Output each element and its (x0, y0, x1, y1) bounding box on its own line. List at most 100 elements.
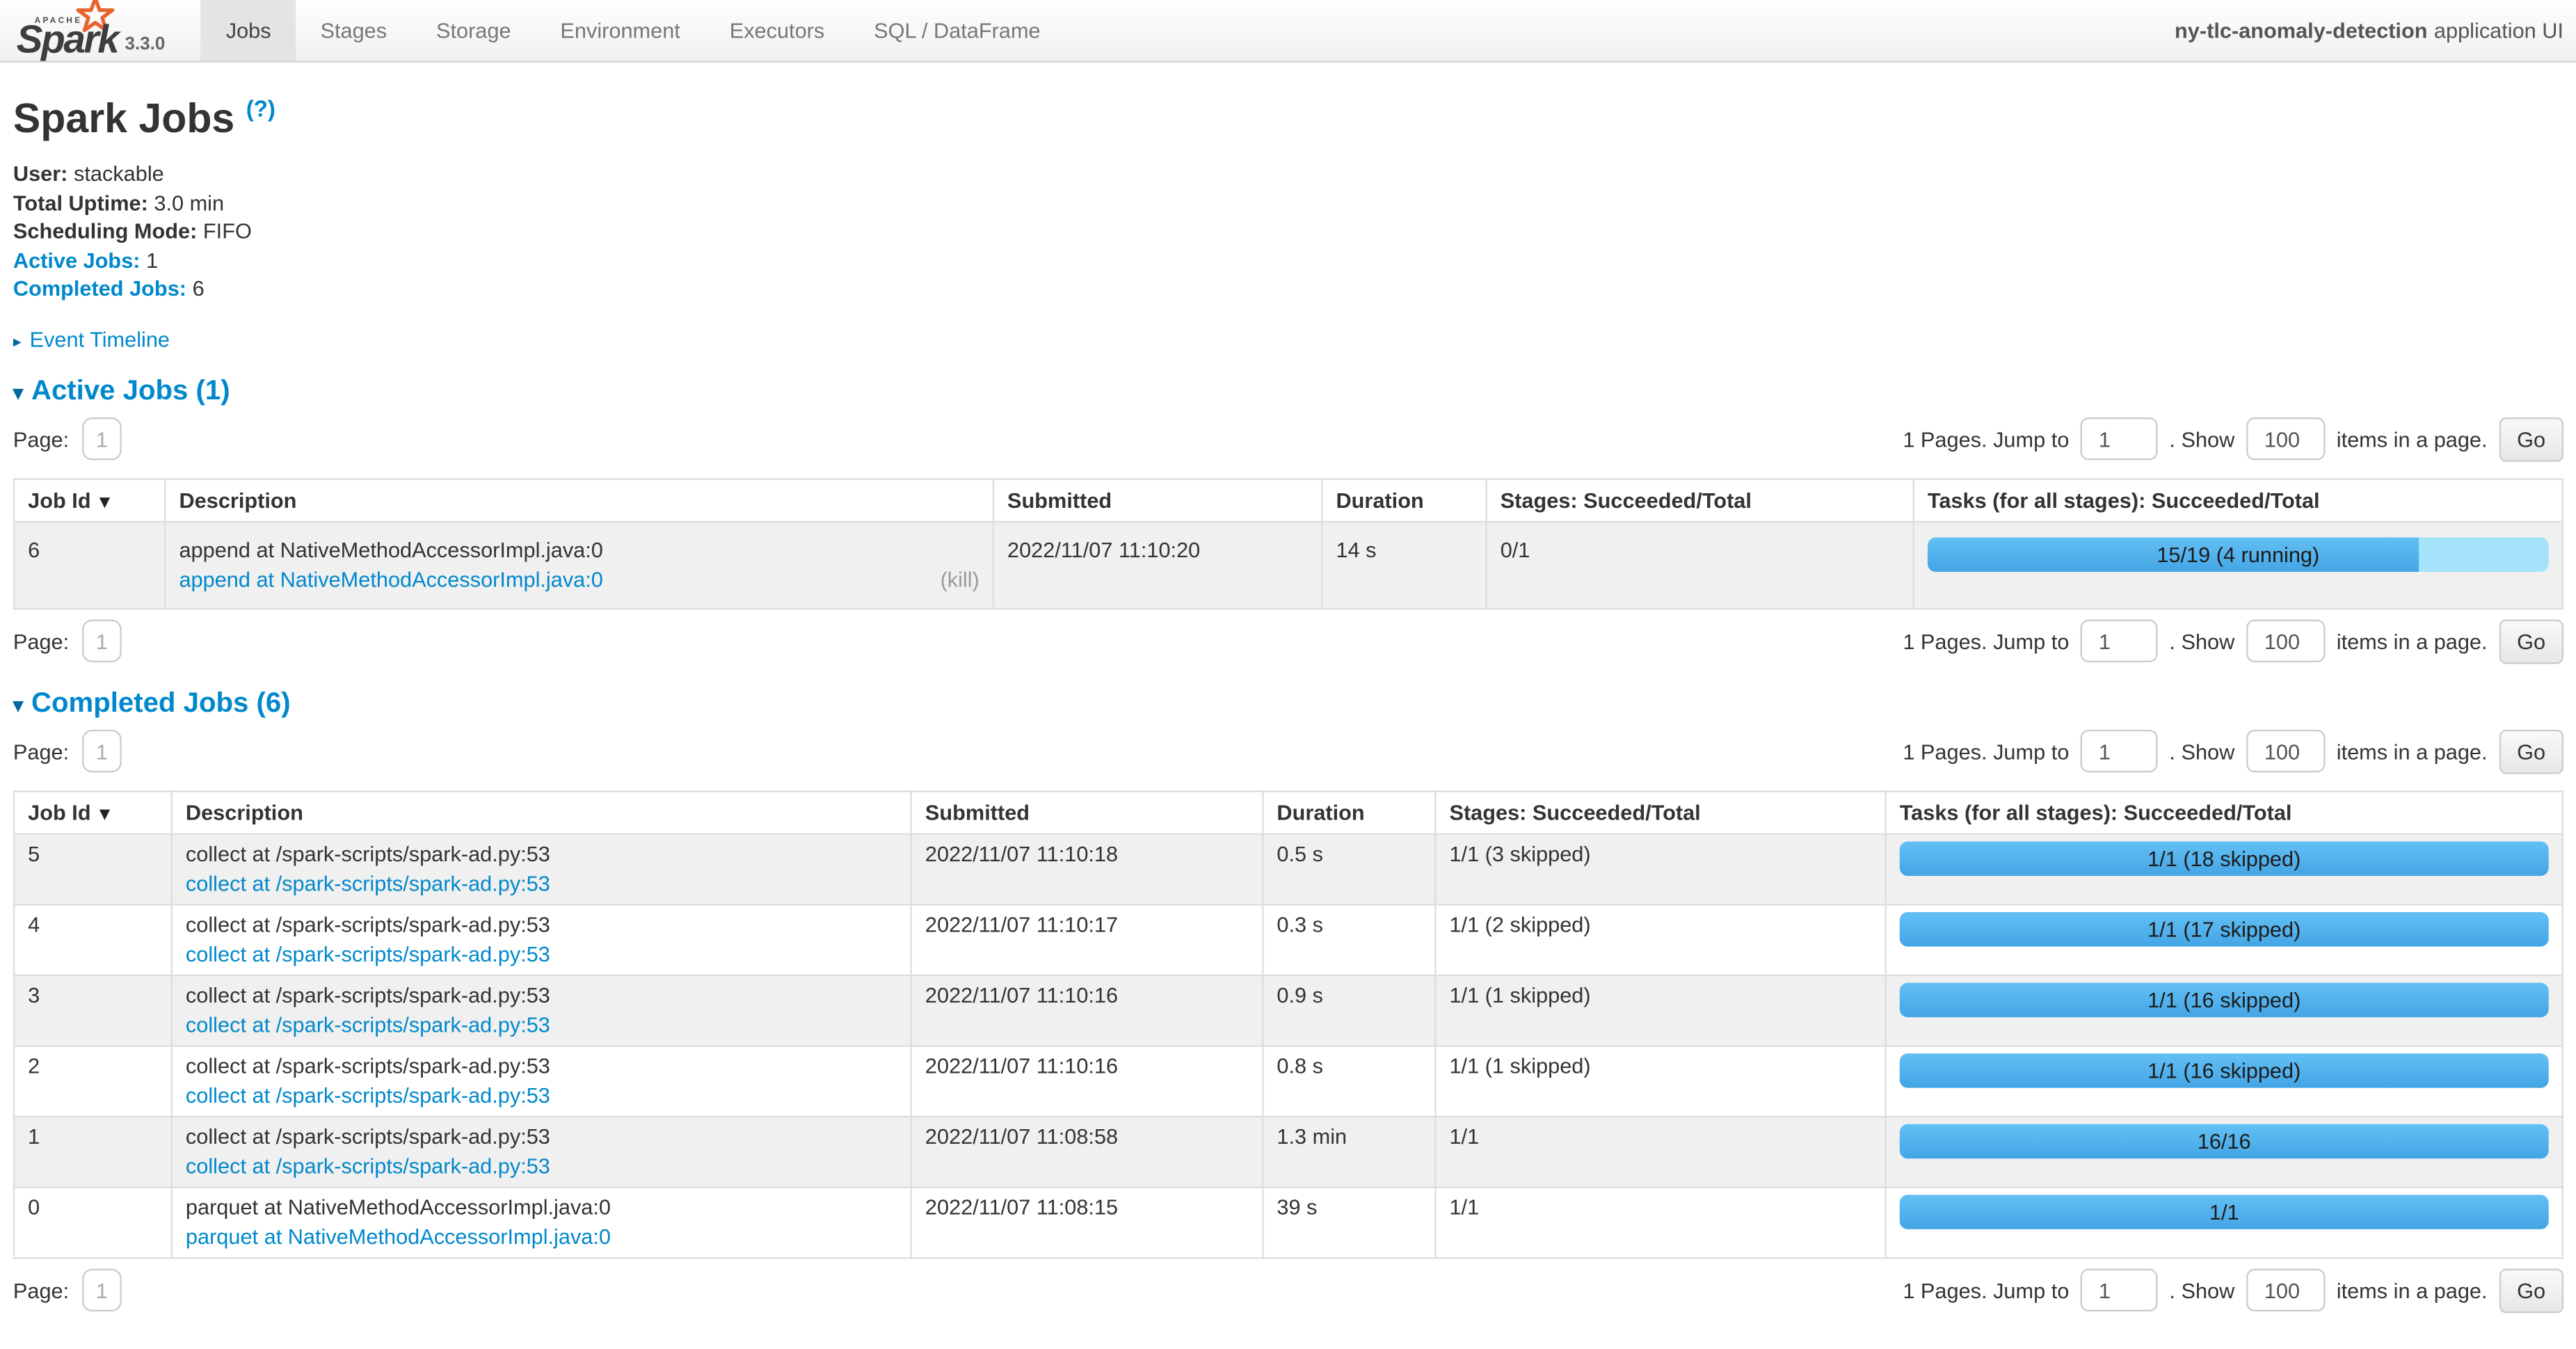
tasks-cell: 1/1 (17 skipped) (1886, 904, 2563, 975)
help-link[interactable]: (?) (246, 95, 275, 122)
duration-cell: 0.9 s (1263, 975, 1435, 1046)
description-link[interactable]: collect at /spark-scripts/spark-ad.py:53 (186, 871, 550, 895)
tasks-cell: 16/16 (1886, 1117, 2563, 1188)
description-link[interactable]: collect at /spark-scripts/spark-ad.py:53 (186, 941, 550, 966)
progress-label: 16/16 (1900, 1124, 2549, 1158)
submitted-cell: 2022/11/07 11:10:17 (911, 904, 1263, 975)
job-id-cell: 4 (14, 904, 172, 975)
tab-jobs[interactable]: Jobs (201, 0, 296, 61)
col-submitted[interactable]: Submitted (993, 479, 1322, 521)
jump-to-page-input[interactable] (2081, 1269, 2158, 1311)
table-header-row: Job Id▼ Description Submitted Duration S… (14, 791, 2563, 833)
pagination-completed-bottom: Page: 1 1 Pages. Jump to . Show items in… (13, 1268, 2563, 1313)
tasks-progress-bar: 1/1 (1900, 1195, 2549, 1229)
col-stages[interactable]: Stages: Succeeded/Total (1487, 479, 1914, 521)
stages-cell: 1/1 (3 skipped) (1435, 833, 1885, 904)
jump-to-page-input[interactable] (2081, 418, 2158, 461)
col-job-id[interactable]: Job Id▼ (14, 479, 165, 521)
items-per-page-input[interactable] (2246, 620, 2325, 662)
active-jobs-link[interactable]: Active Jobs: (13, 248, 141, 272)
spark-logo[interactable]: APACHE Spark 3.3.0 (10, 0, 178, 61)
col-tasks[interactable]: Tasks (for all stages): Succeeded/Total (1886, 791, 2563, 833)
page-number-box[interactable]: 1 (82, 1269, 122, 1311)
description-cell: collect at /spark-scripts/spark-ad.py:53… (172, 904, 911, 975)
submitted-cell: 2022/11/07 11:10:16 (911, 1046, 1263, 1117)
collapse-closed-icon: ▸ (13, 333, 22, 351)
col-description[interactable]: Description (165, 479, 993, 521)
description-link[interactable]: collect at /spark-scripts/spark-ad.py:53 (186, 1083, 550, 1107)
version-label: 3.3.0 (125, 35, 166, 58)
page-number-box[interactable]: 1 (82, 731, 122, 773)
go-button[interactable]: Go (2499, 619, 2563, 664)
items-per-page-input[interactable] (2246, 418, 2325, 461)
application-name: ny-tlc-anomaly-detection (2175, 18, 2427, 42)
tab-sql-dataframe[interactable]: SQL / DataFrame (849, 0, 1065, 61)
col-duration[interactable]: Duration (1263, 791, 1435, 833)
table-row: 0 parquet at NativeMethodAccessorImpl.ja… (14, 1187, 2563, 1258)
submitted-cell: 2022/11/07 11:10:16 (911, 975, 1263, 1046)
col-stages[interactable]: Stages: Succeeded/Total (1435, 791, 1885, 833)
tasks-cell: 1/1 (1886, 1187, 2563, 1258)
submitted-cell: 2022/11/07 11:10:20 (993, 522, 1322, 609)
tab-executors[interactable]: Executors (705, 0, 849, 61)
table-row: 3 collect at /spark-scripts/spark-ad.py:… (14, 975, 2563, 1046)
progress-label: 15/19 (4 running) (1928, 537, 2549, 572)
completed-jobs-link[interactable]: Completed Jobs: (13, 277, 186, 301)
collapse-open-icon: ▾ (13, 381, 23, 404)
navbar: APACHE Spark 3.3.0 Jobs Stages Storage E… (0, 0, 2576, 63)
col-duration[interactable]: Duration (1322, 479, 1486, 521)
go-button[interactable]: Go (2499, 729, 2563, 774)
description-link[interactable]: parquet at NativeMethodAccessorImpl.java… (186, 1224, 611, 1248)
items-per-page-input[interactable] (2246, 1269, 2325, 1311)
completed-jobs-heading[interactable]: ▾Completed Jobs (6) (13, 687, 2563, 719)
col-job-id[interactable]: Job Id▼ (14, 791, 172, 833)
stages-cell: 1/1 (1435, 1187, 1885, 1258)
progress-label: 1/1 (17 skipped) (1900, 912, 2549, 947)
page-number-box[interactable]: 1 (82, 418, 122, 461)
application-title-suffix: application UI (2434, 18, 2563, 42)
description-link[interactable]: collect at /spark-scripts/spark-ad.py:53 (186, 1012, 550, 1037)
page-label: Page: (13, 740, 69, 764)
jump-to-page-input[interactable] (2081, 620, 2158, 662)
description-cell: collect at /spark-scripts/spark-ad.py:53… (172, 1117, 911, 1188)
col-tasks[interactable]: Tasks (for all stages): Succeeded/Total (1914, 479, 2563, 521)
sort-desc-icon: ▼ (96, 493, 114, 512)
description-cell: collect at /spark-scripts/spark-ad.py:53… (172, 833, 911, 904)
spark-logo-mark: APACHE Spark (17, 3, 118, 58)
active-jobs-heading[interactable]: ▾Active Jobs (1) (13, 374, 2563, 407)
page-number-box[interactable]: 1 (82, 620, 122, 662)
tasks-progress-bar: 1/1 (16 skipped) (1900, 1053, 2549, 1088)
pages-text: 1 Pages. Jump to (1903, 629, 2069, 653)
items-per-page-input[interactable] (2246, 731, 2325, 773)
table-row: 1 collect at /spark-scripts/spark-ad.py:… (14, 1117, 2563, 1188)
tab-stages[interactable]: Stages (296, 0, 411, 61)
duration-cell: 0.3 s (1263, 904, 1435, 975)
description-cell: append at NativeMethodAccessorImpl.java:… (165, 522, 993, 609)
active-jobs-table: Job Id▼ Description Submitted Duration S… (13, 478, 2563, 609)
event-timeline-toggle[interactable]: ▸Event Timeline (13, 327, 2563, 351)
go-button[interactable]: Go (2499, 1268, 2563, 1313)
nav-tabs: Jobs Stages Storage Environment Executor… (201, 0, 1065, 61)
tab-environment[interactable]: Environment (536, 0, 705, 61)
duration-cell: 14 s (1322, 522, 1486, 609)
col-description[interactable]: Description (172, 791, 911, 833)
description-link[interactable]: append at NativeMethodAccessorImpl.java:… (179, 565, 602, 595)
tasks-cell: 1/1 (16 skipped) (1886, 975, 2563, 1046)
tasks-progress-bar: 1/1 (16 skipped) (1900, 982, 2549, 1017)
summary-active-jobs: Active Jobs: 1 (13, 246, 2563, 275)
description-link[interactable]: collect at /spark-scripts/spark-ad.py:53 (186, 1154, 550, 1178)
stages-cell: 1/1 (1 skipped) (1435, 975, 1885, 1046)
tasks-progress-bar: 1/1 (18 skipped) (1900, 841, 2549, 876)
job-id-cell: 3 (14, 975, 172, 1046)
tab-storage[interactable]: Storage (412, 0, 536, 61)
job-id-cell: 6 (14, 522, 165, 609)
duration-cell: 1.3 min (1263, 1117, 1435, 1188)
pagination-active-bottom: Page: 1 1 Pages. Jump to . Show items in… (13, 619, 2563, 664)
col-submitted[interactable]: Submitted (911, 791, 1263, 833)
jump-to-page-input[interactable] (2081, 731, 2158, 773)
progress-label: 1/1 (16 skipped) (1900, 1053, 2549, 1088)
submitted-cell: 2022/11/07 11:08:15 (911, 1187, 1263, 1258)
kill-link[interactable]: (kill) (941, 565, 979, 595)
go-button[interactable]: Go (2499, 417, 2563, 462)
items-text: items in a page. (2337, 1278, 2488, 1302)
